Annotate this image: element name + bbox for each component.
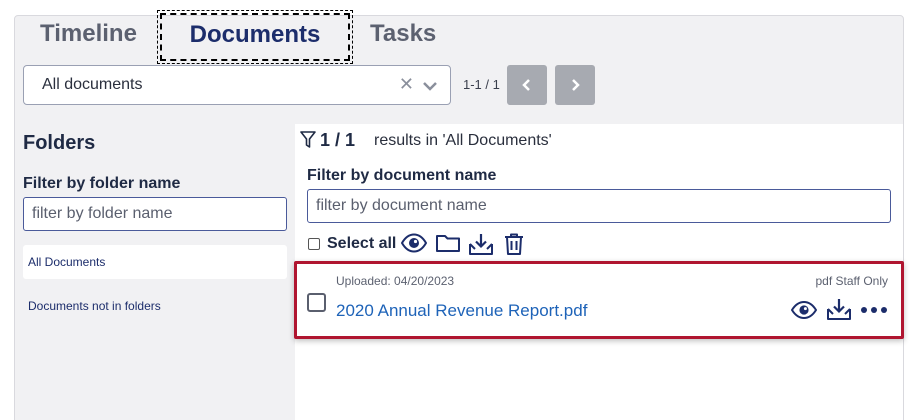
trash-icon[interactable] (503, 232, 525, 261)
folder-filter-input[interactable] (23, 197, 287, 231)
previous-page-button[interactable] (507, 65, 547, 105)
tab-timeline[interactable]: Timeline (40, 20, 137, 48)
folder-filter-label: Filter by folder name (23, 175, 181, 192)
filter-icon (300, 131, 316, 154)
folder-item-all-documents[interactable]: All Documents (23, 245, 287, 279)
document-filter-select[interactable]: All documents ✕ (23, 65, 451, 105)
clear-icon[interactable]: ✕ (399, 74, 414, 95)
document-filter-label: Filter by document name (307, 167, 497, 184)
document-title-link[interactable]: 2020 Annual Revenue Report.pdf (336, 301, 587, 321)
document-checkbox[interactable] (307, 293, 326, 312)
next-page-button[interactable] (555, 65, 595, 105)
eye-icon[interactable] (400, 232, 428, 259)
pager-range: 1-1 / 1 (463, 77, 500, 92)
chevron-right-icon (572, 79, 580, 91)
document-meta: pdf Staff Only (815, 274, 889, 288)
upload-date: Uploaded: 04/20/2023 (336, 274, 455, 288)
folders-title: Folders (23, 132, 96, 154)
tab-tasks[interactable]: Tasks (370, 20, 436, 48)
result-count: 1 / 1 (320, 130, 356, 150)
select-all-checkbox[interactable] (308, 238, 320, 250)
more-options-icon[interactable] (860, 300, 888, 325)
chevron-left-icon (522, 79, 530, 91)
chevron-down-icon[interactable] (422, 79, 438, 97)
folder-item-not-in-folders[interactable]: Documents not in folders (23, 289, 287, 323)
folder-icon[interactable] (435, 232, 461, 259)
download-icon[interactable] (468, 232, 494, 261)
document-card: Uploaded: 04/20/2023 pdf Staff Only 2020… (294, 261, 904, 339)
eye-icon[interactable] (790, 300, 818, 325)
tab-documents[interactable]: Documents (157, 10, 353, 64)
select-all-label[interactable]: Select all (327, 235, 396, 253)
results-description: results in 'All Documents' (374, 132, 552, 149)
document-filter-value: All documents (42, 76, 143, 93)
download-icon[interactable] (826, 297, 852, 326)
document-name-filter-input[interactable] (307, 189, 891, 223)
